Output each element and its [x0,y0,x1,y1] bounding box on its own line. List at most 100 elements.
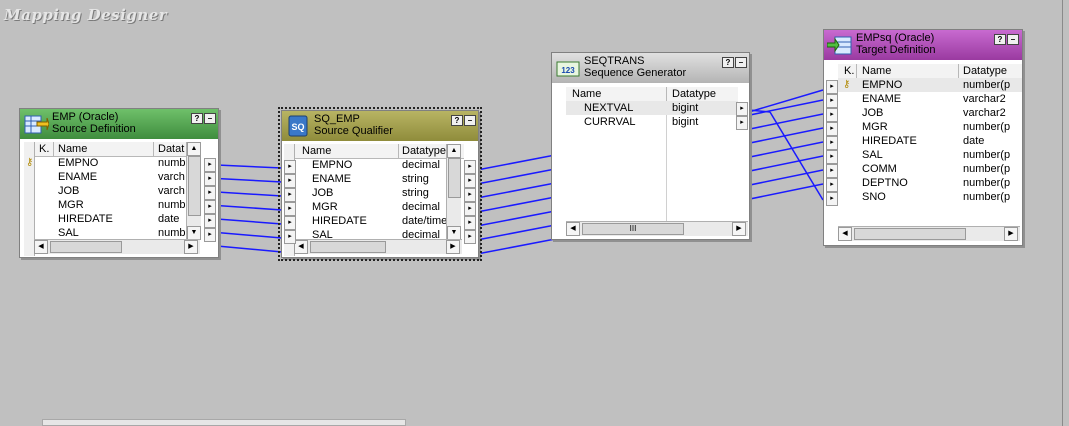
table-row[interactable]: SAL numb [24,226,186,240]
table-row[interactable]: MGR decimal [284,200,448,214]
sequence-grid: Name Datatype NEXTVAL bigint CURRVAL bigint [566,87,738,221]
source-vertical-scrollbar[interactable]: ▲ ▼ [186,142,201,240]
input-port[interactable]: ▸ [284,230,296,244]
sequence-generator-node[interactable]: 123 SEQTRANS Sequence Generator ? – Name… [551,52,750,240]
table-row[interactable]: SAL number(p [838,148,1022,162]
table-row[interactable]: ENAME varch [24,170,186,184]
canvas-horizontal-scrollbar[interactable] [42,419,406,426]
input-port[interactable]: ▸ [284,188,296,202]
scroll-left-button[interactable]: ◀ [34,240,48,254]
scroll-thumb[interactable] [188,156,201,216]
table-row[interactable]: ENAME string [284,172,448,186]
output-port[interactable]: ▸ [464,230,476,244]
qualifier-horizontal-scrollbar[interactable]: ◀ ▶ [294,239,462,254]
output-port[interactable]: ▸ [464,160,476,174]
output-port[interactable]: ▸ [464,202,476,216]
scroll-thumb[interactable] [854,228,966,240]
scroll-thumb[interactable] [310,241,386,253]
scroll-right-button[interactable]: ▶ [446,240,460,254]
output-port[interactable]: ▸ [204,228,216,242]
scroll-thumb[interactable] [50,241,122,253]
table-row[interactable]: ⚷ EMPNO number(p [838,78,1022,92]
source-header[interactable]: EMP (Oracle) Source Definition ? – [20,109,218,139]
scroll-up-button[interactable]: ▲ [447,144,461,158]
column-datatype: string [402,173,429,185]
table-row[interactable]: MGR number(p [838,120,1022,134]
input-port[interactable]: ▸ [826,122,838,136]
output-port[interactable]: ▸ [464,174,476,188]
table-row[interactable]: DEPTNO number(p [838,176,1022,190]
column-name: ENAME [862,93,902,105]
source-name: EMP (Oracle) [52,111,119,123]
table-row[interactable]: HIREDATE date [24,212,186,226]
scroll-up-button[interactable]: ▲ [187,142,201,156]
output-port[interactable]: ▸ [204,186,216,200]
output-port[interactable]: ▸ [204,200,216,214]
output-port[interactable]: ▸ [736,102,748,116]
input-port[interactable]: ▸ [826,94,838,108]
qualifier-vertical-scrollbar[interactable]: ▲ ▼ [446,144,461,240]
scroll-down-button[interactable]: ▼ [187,226,201,240]
help-button[interactable]: ? [451,115,463,126]
table-row[interactable]: CURRVAL bigint [566,115,738,129]
table-row[interactable]: MGR numbe [24,198,186,212]
help-button[interactable]: ? [191,113,203,124]
scroll-left-button[interactable]: ◀ [294,240,308,254]
input-port[interactable]: ▸ [826,178,838,192]
minimize-button[interactable]: – [735,57,747,68]
input-port[interactable]: ▸ [826,136,838,150]
help-button[interactable]: ? [722,57,734,68]
qualifier-header[interactable]: SQ SQ_EMP Source Qualifier ? – [282,111,478,141]
help-button[interactable]: ? [994,34,1006,45]
sequence-header[interactable]: 123 SEQTRANS Sequence Generator ? – [552,53,749,83]
input-port[interactable]: ▸ [826,192,838,206]
output-port[interactable]: ▸ [204,158,216,172]
sequence-column-header: Name Datatype [566,87,738,102]
scroll-thumb[interactable] [448,158,461,198]
key-column-label: K. [39,143,50,155]
scroll-left-button[interactable]: ◀ [566,222,580,236]
table-row[interactable]: ⚷ EMPNO numbe [24,156,186,170]
target-definition-node[interactable]: EMPsq (Oracle) Target Definition ? – K. … [823,29,1023,246]
minimize-button[interactable]: – [1007,34,1019,45]
table-row[interactable]: JOB string [284,186,448,200]
scroll-right-button[interactable]: ▶ [184,240,198,254]
scroll-down-button[interactable]: ▼ [447,226,461,240]
sequence-horizontal-scrollbar[interactable]: ◀ III ▶ [566,221,748,236]
output-port[interactable]: ▸ [736,116,748,130]
output-port[interactable]: ▸ [204,172,216,186]
table-row[interactable]: HIREDATE date [838,134,1022,148]
table-row[interactable]: EMPNO decimal [284,158,448,172]
input-port[interactable]: ▸ [826,164,838,178]
input-port[interactable]: ▸ [284,216,296,230]
input-port[interactable]: ▸ [284,160,296,174]
table-row[interactable]: ENAME varchar2 [838,92,1022,106]
scroll-right-button[interactable]: ▶ [732,222,746,236]
minimize-button[interactable]: – [204,113,216,124]
column-name: MGR [862,121,888,133]
column-name: JOB [58,185,80,197]
table-row[interactable]: NEXTVAL bigint [566,101,738,115]
table-row[interactable]: JOB varch [24,184,186,198]
source-definition-node[interactable]: EMP (Oracle) Source Definition ? – K. Na… [19,108,219,258]
target-horizontal-scrollbar[interactable]: ◀ ▶ [838,226,1020,241]
output-port[interactable]: ▸ [204,214,216,228]
minimize-button[interactable]: – [464,115,476,126]
table-row[interactable]: JOB varchar2 [838,106,1022,120]
table-row[interactable]: COMM number(p [838,162,1022,176]
input-port[interactable]: ▸ [826,108,838,122]
source-qualifier-node[interactable]: SQ SQ_EMP Source Qualifier ? – Name Data… [278,107,482,261]
output-port[interactable]: ▸ [464,216,476,230]
input-port[interactable]: ▸ [826,80,838,94]
table-row[interactable]: SNO number(p [838,190,1022,204]
source-horizontal-scrollbar[interactable]: ◀ ▶ [34,239,200,254]
scroll-left-button[interactable]: ◀ [838,227,852,241]
input-port[interactable]: ▸ [284,202,296,216]
input-port[interactable]: ▸ [284,174,296,188]
target-header[interactable]: EMPsq (Oracle) Target Definition ? – [824,30,1022,60]
output-port[interactable]: ▸ [464,188,476,202]
scroll-right-button[interactable]: ▶ [1004,227,1018,241]
input-port[interactable]: ▸ [826,150,838,164]
table-row[interactable]: HIREDATE date/time [284,214,448,228]
scroll-thumb[interactable]: III [582,223,684,235]
